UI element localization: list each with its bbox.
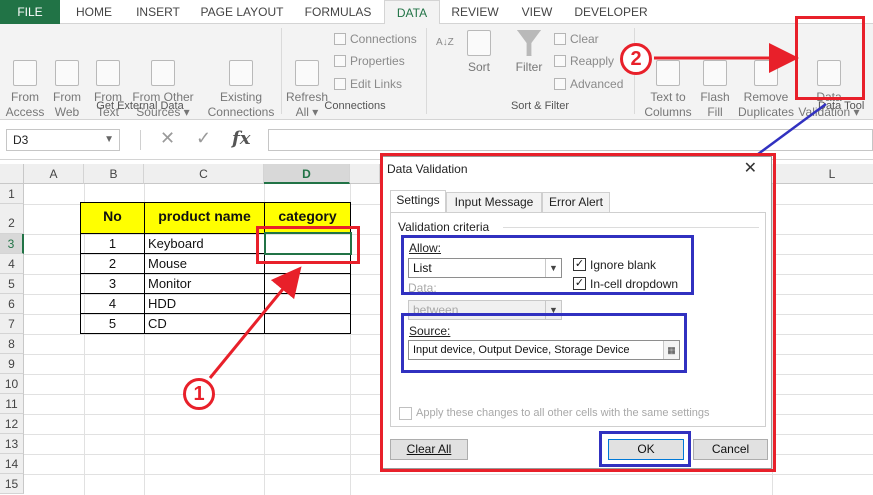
highlight-cell-d3 [256,226,360,264]
arrow-step1 [208,266,302,379]
highlight-source-section [401,313,687,373]
highlight-allow-section [401,235,694,295]
step-1-badge: 1 [183,378,215,410]
highlight-data-validation [795,16,865,100]
step-2-badge: 2 [620,43,652,75]
highlight-ok-button [599,431,691,467]
